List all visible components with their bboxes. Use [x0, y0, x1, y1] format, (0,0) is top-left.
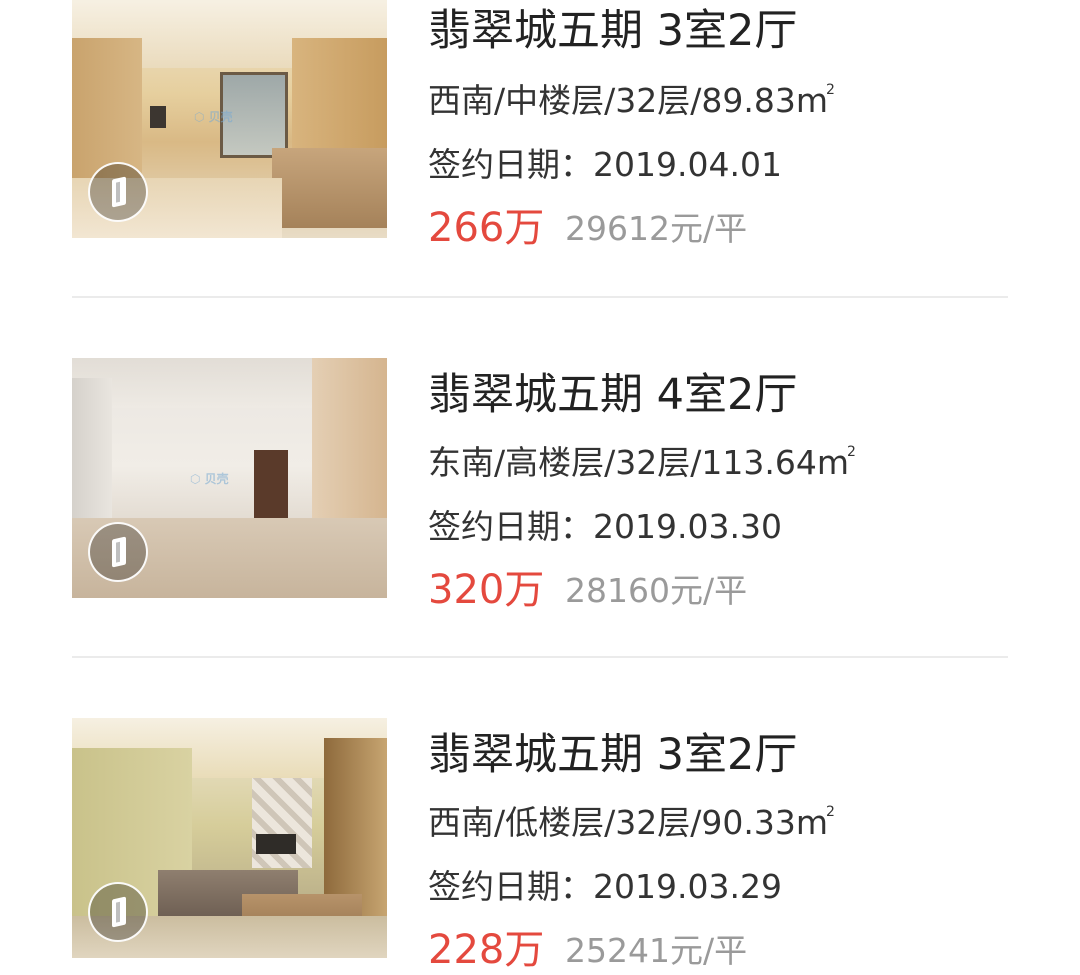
signing-date: 签约日期：2019.04.01 — [428, 145, 782, 184]
divider — [72, 296, 1008, 298]
listing-info-text: 东南/高楼层/32层/113.64m — [428, 443, 849, 482]
listing-title: 翡翠城五期 4室2厅 — [428, 370, 798, 420]
listing-card[interactable]: ⬡ 贝壳 翡翠城五期 4室2厅 东南/高楼层/32层/113.64m2 签约日期… — [0, 358, 1080, 613]
vr-view-icon[interactable] — [88, 882, 148, 942]
divider — [72, 656, 1008, 658]
listing-info-text: 西南/低楼层/32层/90.33m — [428, 803, 828, 842]
total-price: 228万 — [428, 927, 545, 973]
listing-card[interactable]: 翡翠城五期 3室2厅 西南/低楼层/32层/90.33m2 签约日期：2019.… — [0, 718, 1080, 973]
signing-date: 签约日期：2019.03.30 — [428, 507, 782, 546]
total-price: 266万 — [428, 205, 545, 251]
unit-price: 28160元/平 — [565, 571, 748, 610]
listing-photo[interactable]: ⬡ 贝壳 — [72, 358, 387, 598]
listing-info: 西南/低楼层/32层/90.33m2 — [428, 796, 835, 844]
unit-price: 25241元/平 — [565, 931, 748, 970]
listing-info: 西南/中楼层/32层/89.83m2 — [428, 74, 835, 122]
listing-title: 翡翠城五期 3室2厅 — [428, 730, 798, 780]
area-unit-superscript: 2 — [825, 804, 835, 820]
listing-info: 东南/高楼层/32层/113.64m2 — [428, 436, 856, 484]
listing-info-text: 西南/中楼层/32层/89.83m — [428, 81, 828, 120]
area-unit-superscript: 2 — [825, 82, 835, 98]
total-price: 320万 — [428, 567, 545, 613]
listing-photo[interactable] — [72, 718, 387, 958]
unit-price: 29612元/平 — [565, 209, 748, 248]
listing-title: 翡翠城五期 3室2厅 — [428, 6, 798, 56]
area-unit-superscript: 2 — [846, 444, 856, 460]
vr-view-icon[interactable] — [88, 162, 148, 222]
listing-photo[interactable]: ⬡ 贝壳 — [72, 0, 387, 238]
listing-card[interactable]: ⬡ 贝壳 翡翠城五期 3室2厅 西南/中楼层/32层/89.83m2 签约日期：… — [0, 0, 1080, 251]
vr-view-icon[interactable] — [88, 522, 148, 582]
signing-date: 签约日期：2019.03.29 — [428, 867, 782, 906]
